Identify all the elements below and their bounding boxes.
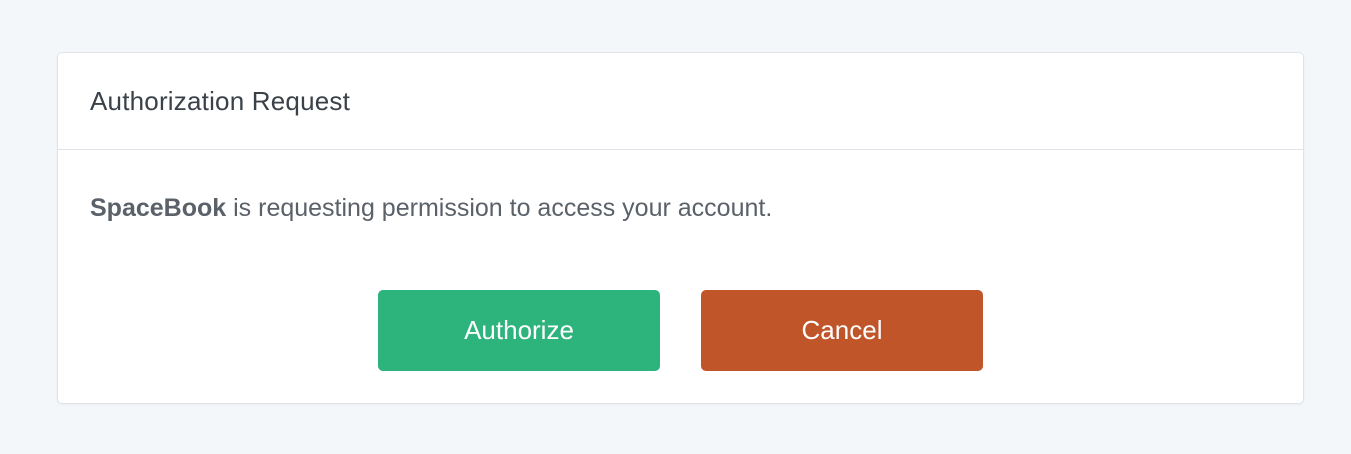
cancel-button[interactable]: Cancel	[701, 290, 983, 371]
authorization-dialog: Authorization Request SpaceBook is reque…	[57, 52, 1304, 404]
permission-message-text: is requesting permission to access your …	[226, 194, 773, 222]
dialog-title: Authorization Request	[90, 85, 351, 116]
app-name: SpaceBook	[90, 194, 227, 222]
permission-message: SpaceBook is requesting permission to ac…	[90, 194, 772, 223]
authorize-button[interactable]: Authorize	[378, 290, 660, 371]
dialog-actions: Authorize Cancel	[58, 290, 1303, 371]
dialog-header: Authorization Request	[58, 53, 1303, 150]
dialog-body: SpaceBook is requesting permission to ac…	[58, 150, 1303, 404]
